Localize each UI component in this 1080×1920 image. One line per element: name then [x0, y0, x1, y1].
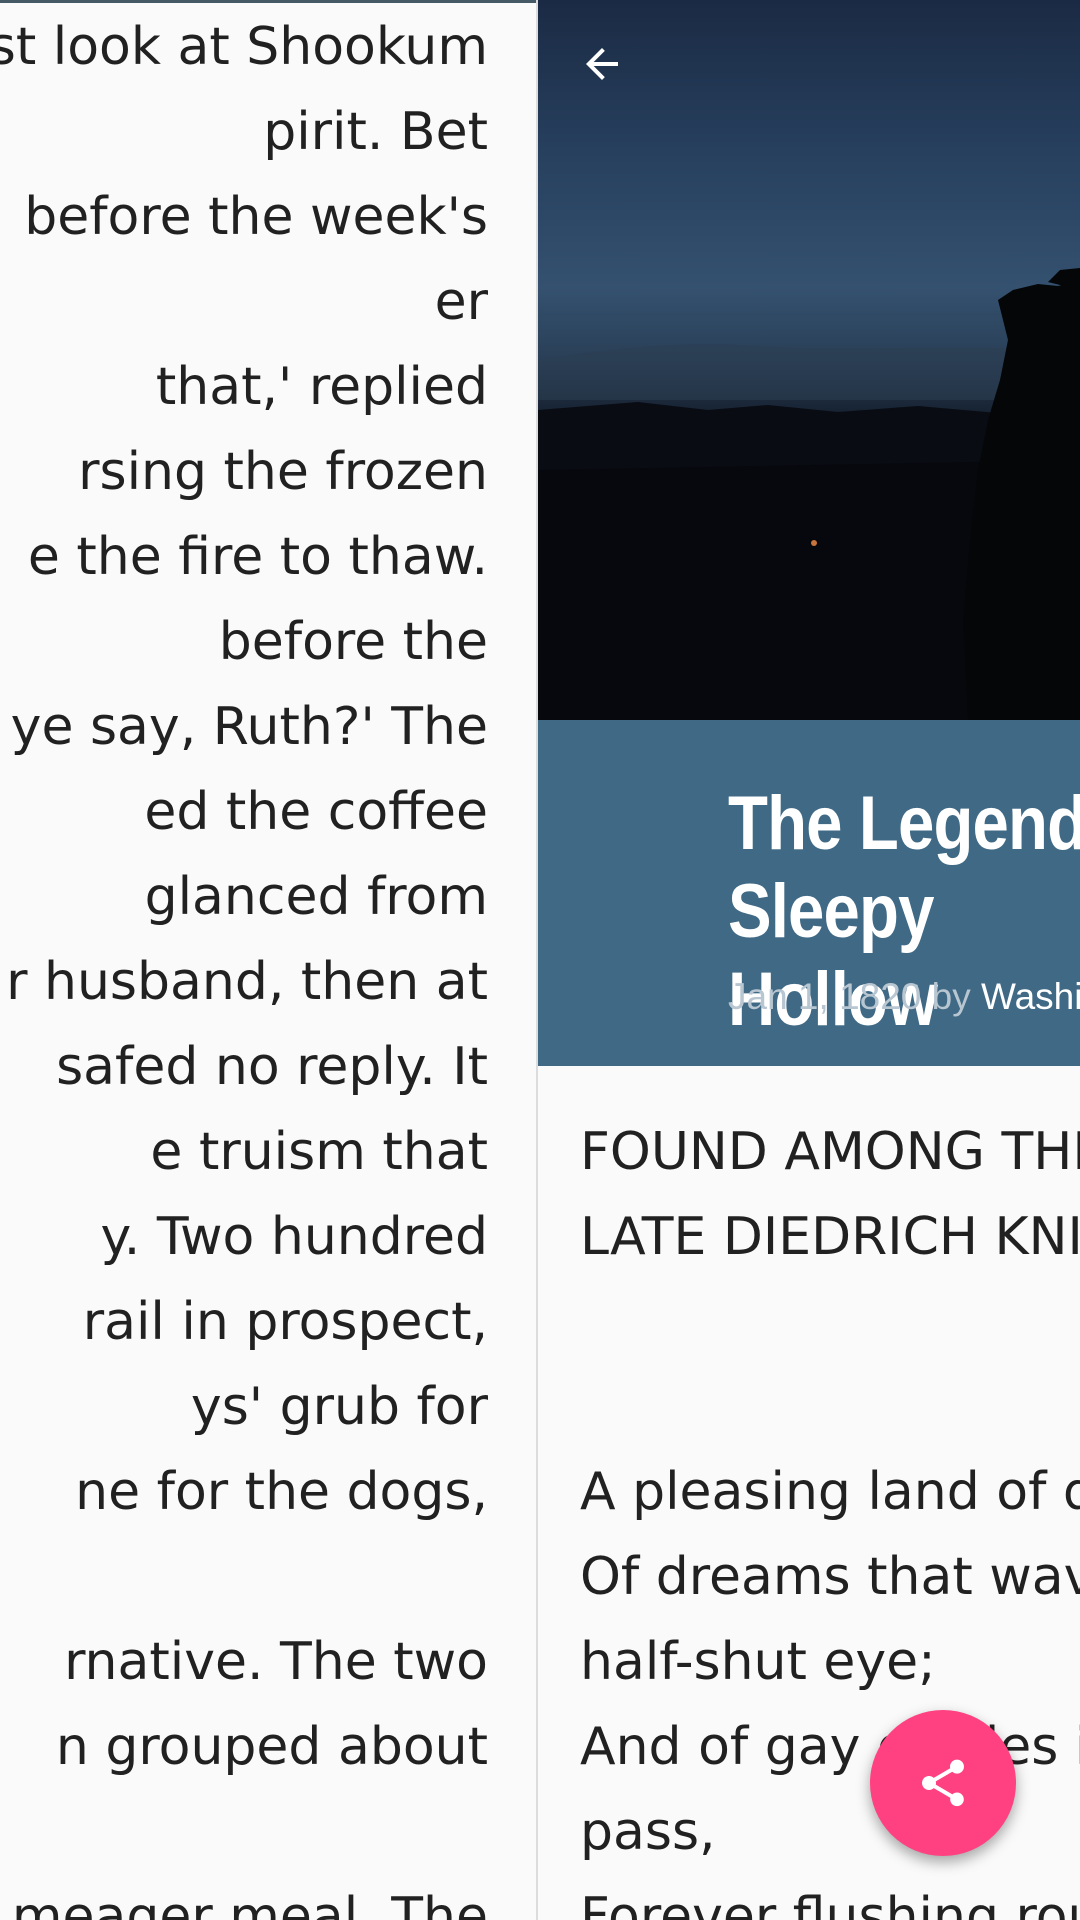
text-line: safed no reply. It [56, 1037, 488, 1097]
heading-line: FOUND AMONG THE PAPERS OF THE [580, 1122, 1080, 1182]
text-line: ys' grub for [190, 1377, 488, 1437]
text-line [0, 1790, 488, 1875]
hero-image [538, 0, 1080, 720]
poem-line: A pleasing land of drowsy head it was, [580, 1462, 1080, 1522]
text-line: before the [218, 612, 488, 672]
heading-line: LATE DIEDRICH KNICKERBOCKER. [580, 1207, 1080, 1267]
text-line: meager meal. The [11, 1887, 488, 1920]
poem-line: half-shut eye; [580, 1632, 936, 1692]
article-pane[interactable]: The Legend of Sleepy Hollow Jan 1, 1820 … [538, 0, 1080, 1920]
text-line: rsing the frozen [78, 442, 488, 502]
share-button[interactable] [870, 1710, 1016, 1856]
article-byline: Jan 1, 1820 by Washington Irving [728, 976, 1080, 1018]
text-line: before the week's [24, 187, 488, 247]
text-line: y. Two hundred [100, 1207, 488, 1267]
arrow-back-icon [586, 48, 618, 80]
previous-article-text: st look at Shookum pirit. Bet before the… [0, 5, 488, 1920]
text-line: ye say, Ruth?' The [10, 697, 488, 757]
text-line: st look at Shookum [0, 17, 488, 77]
title-line: The Legend of Sleepy [728, 781, 1080, 954]
pane-edge-line [0, 0, 536, 3]
text-line: that,' replied [155, 357, 488, 417]
text-line: rnative. The two [64, 1632, 488, 1692]
share-icon [922, 1759, 964, 1807]
text-line: e the fire to thaw. [27, 527, 488, 587]
text-line: n grouped about [55, 1717, 488, 1777]
text-line: glanced from [144, 867, 488, 927]
back-button[interactable] [578, 40, 648, 110]
text-line: ed the coffee [144, 782, 488, 842]
text-line: rail in prospect, [82, 1292, 488, 1352]
byline-by: by [921, 976, 982, 1017]
text-line: pirit. Bet [263, 102, 488, 162]
poem-line: Forever flushing round a summer sky. [580, 1887, 1080, 1920]
text-line: er [434, 272, 488, 332]
article-header: The Legend of Sleepy Hollow Jan 1, 1820 … [538, 720, 1080, 1066]
publish-date: Jan 1, 1820 [728, 976, 922, 1017]
text-line: e truism that [150, 1122, 488, 1182]
previous-article-pane: st look at Shookum pirit. Bet before the… [0, 0, 536, 1920]
text-line: r husband, then at [6, 952, 488, 1012]
author-name[interactable]: Washington Irving [981, 976, 1080, 1017]
text-line: ne for the dogs, [75, 1462, 488, 1522]
poem-line: Of dreams that wave before the [580, 1547, 1080, 1607]
text-line [0, 1535, 488, 1620]
